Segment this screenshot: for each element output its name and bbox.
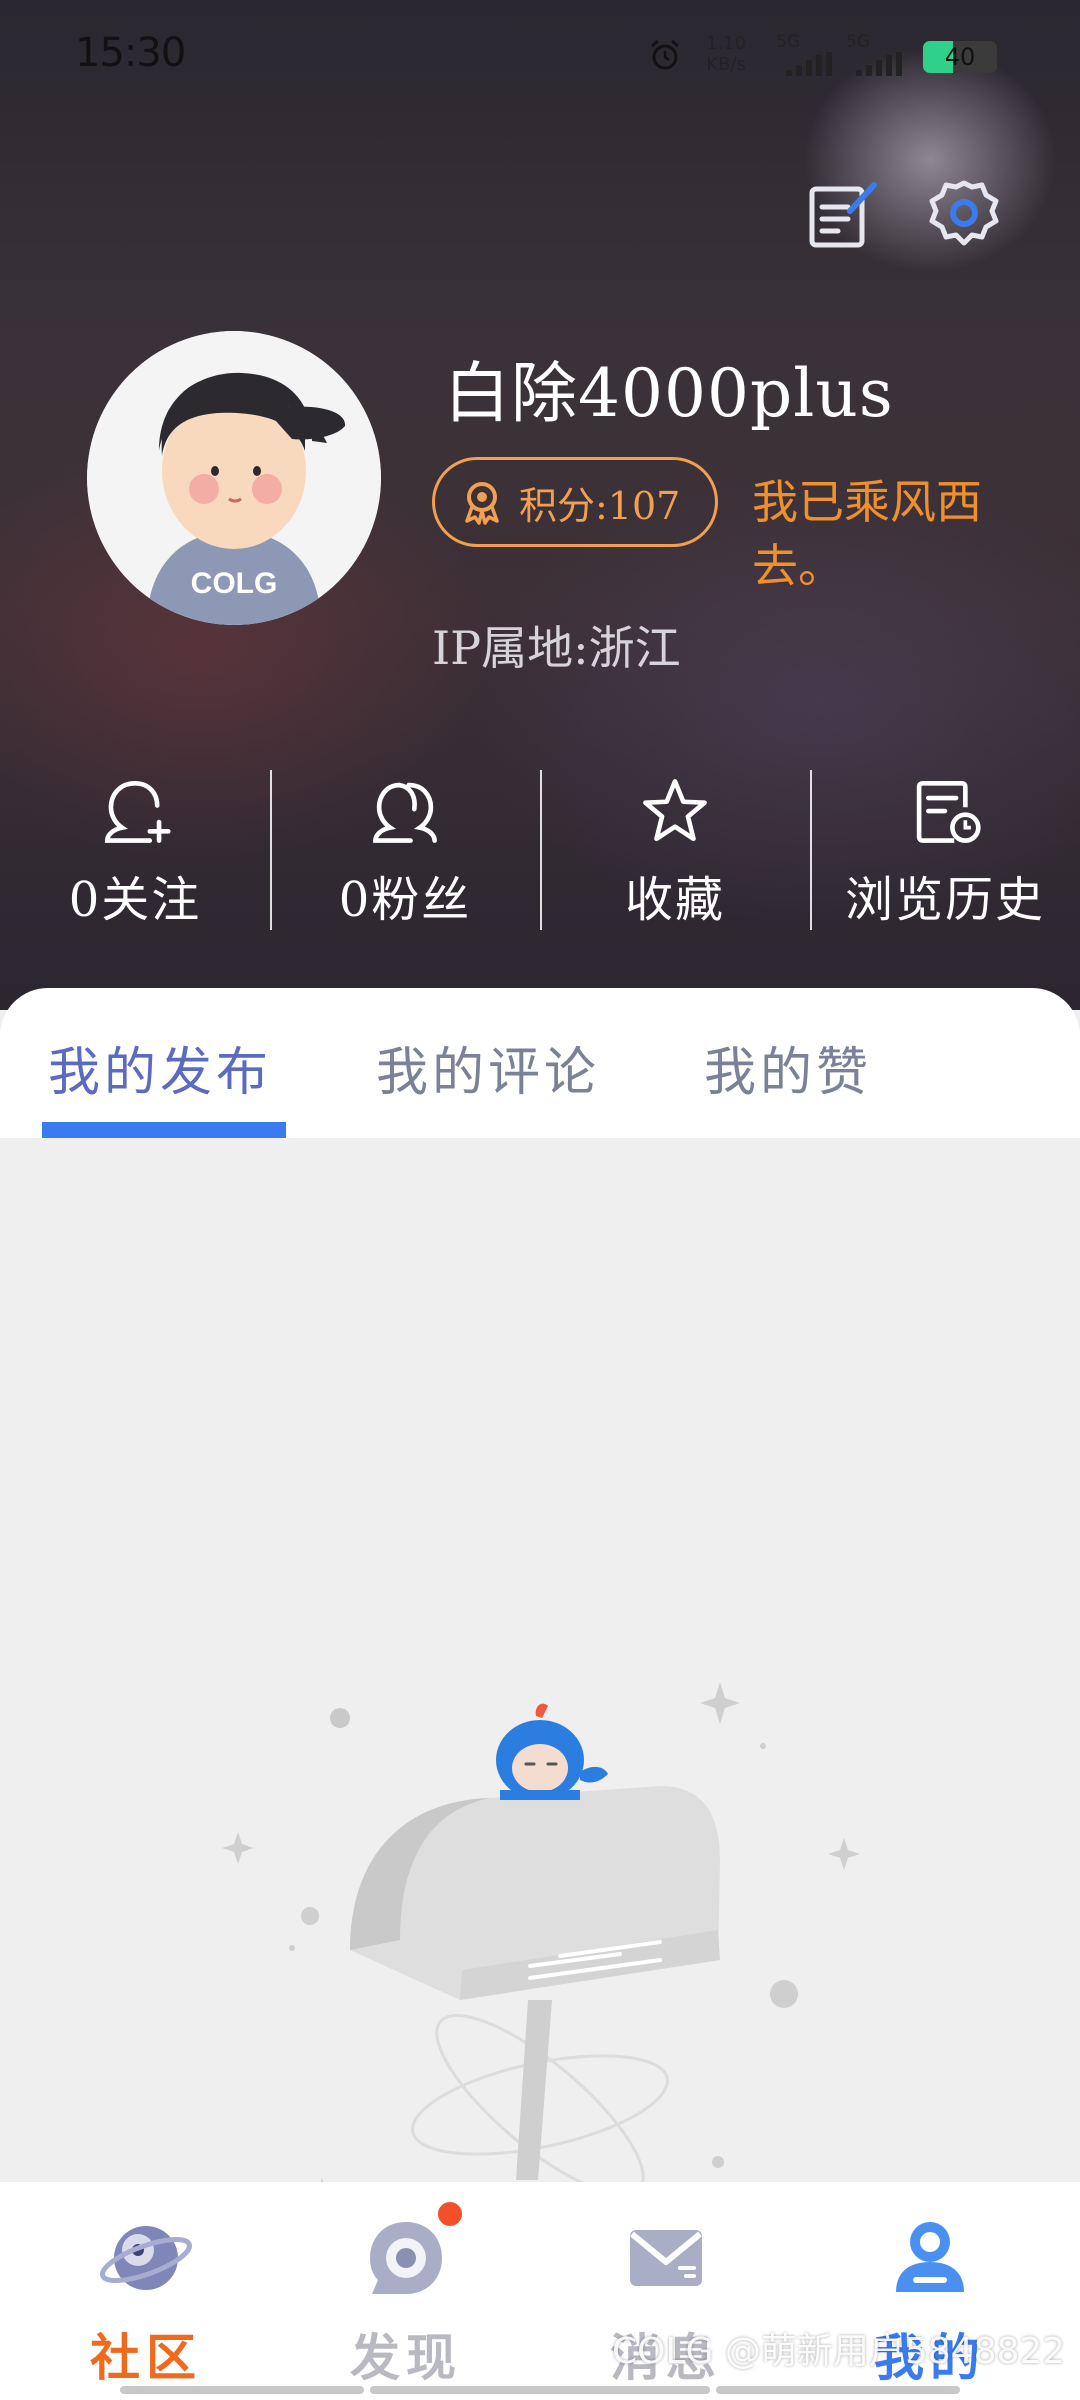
avatar-shirt-text: COLG bbox=[191, 567, 278, 600]
ip-location: IP属地:浙江 bbox=[432, 621, 681, 675]
gear-icon[interactable] bbox=[924, 175, 1004, 255]
watermark: COLG @萌新用户5848822 bbox=[612, 2331, 1066, 2372]
avatar[interactable]: COLG bbox=[87, 331, 381, 625]
tab-my-likes[interactable]: 我的赞 bbox=[704, 1030, 872, 1105]
points-label: 积分:107 bbox=[519, 483, 681, 528]
signal-bars-icon bbox=[786, 52, 832, 76]
gesture-bar-segment bbox=[120, 2386, 364, 2394]
signal-1-label: 5G bbox=[776, 32, 800, 52]
tab-my-posts[interactable]: 我的发布 bbox=[48, 1030, 272, 1105]
nav-discover-label: 发现 bbox=[350, 2328, 462, 2387]
stats-row: 0关注 0粉丝 收藏 浏览历史 bbox=[0, 770, 1080, 930]
notification-dot bbox=[438, 2202, 462, 2226]
stat-following-label: 0关注 bbox=[68, 872, 202, 928]
discover-icon bbox=[370, 2222, 442, 2294]
stat-following[interactable]: 0关注 bbox=[0, 770, 270, 930]
network-speed: 1.10 KB/s bbox=[706, 33, 746, 75]
network-speed-value: 1.10 bbox=[706, 33, 747, 54]
points-badge[interactable]: 积分:107 bbox=[432, 457, 718, 547]
signal-1: 5G bbox=[776, 32, 838, 76]
users-icon bbox=[373, 782, 437, 843]
battery-icon: 40 bbox=[923, 41, 997, 73]
tab-my-comments[interactable]: 我的评论 bbox=[376, 1030, 600, 1105]
profile-icon bbox=[896, 2222, 964, 2292]
medal-icon bbox=[465, 482, 499, 525]
username: 白除4000plus bbox=[444, 355, 894, 432]
gesture-bar-segment bbox=[370, 2386, 710, 2394]
signal-2: 5G bbox=[846, 32, 908, 76]
status-bar: 15:30 1.10 KB/s 5G 5G 40 bbox=[0, 0, 1080, 115]
planet-icon bbox=[100, 2226, 192, 2290]
user-add-icon bbox=[104, 780, 171, 843]
avatar-illustration: COLG bbox=[87, 331, 381, 625]
stat-fans-label: 0粉丝 bbox=[338, 872, 472, 928]
tab-indicator bbox=[42, 1122, 286, 1138]
signal-2-label: 5G bbox=[846, 32, 870, 52]
stat-favorites[interactable]: 收藏 bbox=[540, 770, 810, 930]
nav-community[interactable]: 社区 bbox=[46, 2182, 246, 2400]
signal-bars-icon bbox=[856, 52, 902, 76]
stat-history[interactable]: 浏览历史 bbox=[810, 770, 1080, 930]
alarm-icon bbox=[651, 39, 679, 70]
empty-mailbox-illustration bbox=[222, 1682, 860, 2197]
signature: 我已乘风西去。 bbox=[752, 475, 982, 593]
mail-icon bbox=[630, 2230, 702, 2286]
stat-fans[interactable]: 0粉丝 bbox=[270, 770, 540, 930]
stat-history-label: 浏览历史 bbox=[844, 872, 1045, 928]
star-icon bbox=[643, 779, 707, 842]
edit-note-icon[interactable] bbox=[802, 175, 882, 255]
status-time: 15:30 bbox=[75, 30, 186, 76]
history-icon bbox=[916, 780, 981, 843]
network-speed-unit: KB/s bbox=[706, 54, 746, 75]
stat-favorites-label: 收藏 bbox=[624, 872, 725, 928]
battery-level: 40 bbox=[944, 43, 976, 71]
nav-community-label: 社区 bbox=[90, 2328, 202, 2387]
gesture-bar-segment bbox=[716, 2386, 960, 2394]
nav-discover[interactable]: 发现 bbox=[306, 2182, 506, 2400]
